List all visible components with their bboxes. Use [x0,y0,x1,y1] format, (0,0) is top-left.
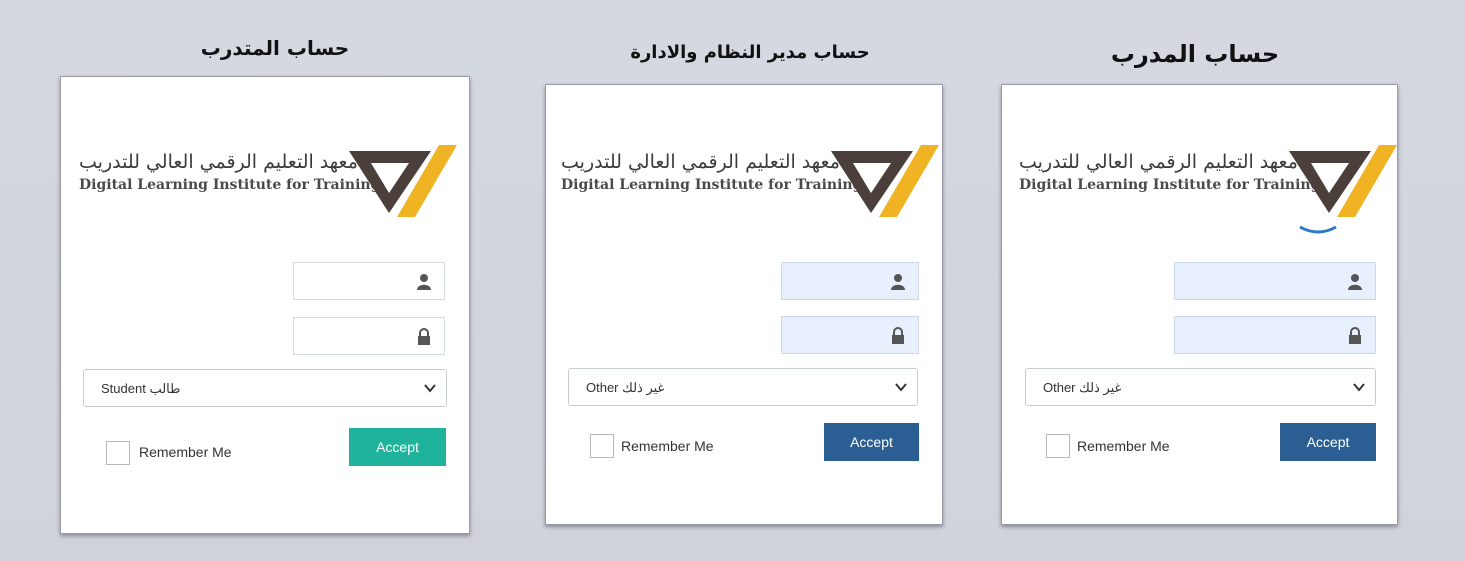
accept-button[interactable]: Accept [349,428,446,466]
username-field[interactable] [781,262,919,300]
lock-icon [1349,327,1361,344]
login-card-trainer: معهد التعليم الرقمي العالي للتدريب Digit… [1001,84,1398,525]
username-input[interactable] [1175,263,1375,299]
lock-icon [418,328,430,345]
role-select-value: Other غير ذلك [1043,380,1122,395]
panel-title-trainer: حساب المدرب [1110,40,1280,68]
logo-arabic-text: معهد التعليم الرقمي العالي للتدريب [561,151,840,173]
logo-english-text: Digital Learning Institute for Training [79,177,381,193]
chevron-down-icon [424,384,436,393]
user-icon [891,274,905,290]
logo-arabic-text: معهد التعليم الرقمي العالي للتدريب [79,151,358,173]
institute-logo: معهد التعليم الرقمي العالي للتدريب Digit… [79,141,459,231]
accept-button[interactable]: Accept [824,423,919,461]
institute-logo-mark-icon [1289,145,1397,217]
password-input[interactable] [1175,317,1375,353]
login-card-trainee: معهد التعليم الرقمي العالي للتدريب Digit… [60,76,470,534]
remember-me-checkbox[interactable] [590,434,614,458]
username-field[interactable] [293,262,445,300]
panel-title-trainee: حساب المتدرب [200,36,350,60]
chevron-down-icon [895,383,907,392]
panel-title-admin: حساب مدير النظام والادارة [630,42,870,63]
institute-logo-mark-icon [349,145,457,217]
institute-logo-mark-icon [831,145,939,217]
role-select[interactable]: Other غير ذلك [1025,368,1376,406]
role-select[interactable]: Other غير ذلك [568,368,918,406]
logo-english-text: Digital Learning Institute for Training [561,177,863,193]
institute-logo: معهد التعليم الرقمي العالي للتدريب Digit… [1019,141,1399,231]
chevron-down-icon [1353,383,1365,392]
remember-me-checkbox[interactable] [1046,434,1070,458]
login-card-admin: معهد التعليم الرقمي العالي للتدريب Digit… [545,84,943,525]
role-select-value: Other غير ذلك [586,380,665,395]
lock-icon [892,327,904,344]
remember-me-label: Remember Me [139,444,232,460]
remember-me-label: Remember Me [621,438,714,454]
password-field[interactable] [1174,316,1376,354]
remember-me-label: Remember Me [1077,438,1170,454]
username-field[interactable] [1174,262,1376,300]
logo-arabic-text: معهد التعليم الرقمي العالي للتدريب [1019,151,1298,173]
user-icon [417,274,431,290]
password-field[interactable] [781,316,919,354]
role-select[interactable]: Student طالب [83,369,447,407]
institute-logo: معهد التعليم الرقمي العالي للتدريب Digit… [561,141,941,231]
password-field[interactable] [293,317,445,355]
role-select-value: Student طالب [101,381,181,396]
user-icon [1348,274,1362,290]
remember-me-checkbox[interactable] [106,441,130,465]
logo-english-text: Digital Learning Institute for Training [1019,177,1321,193]
accept-button[interactable]: Accept [1280,423,1376,461]
